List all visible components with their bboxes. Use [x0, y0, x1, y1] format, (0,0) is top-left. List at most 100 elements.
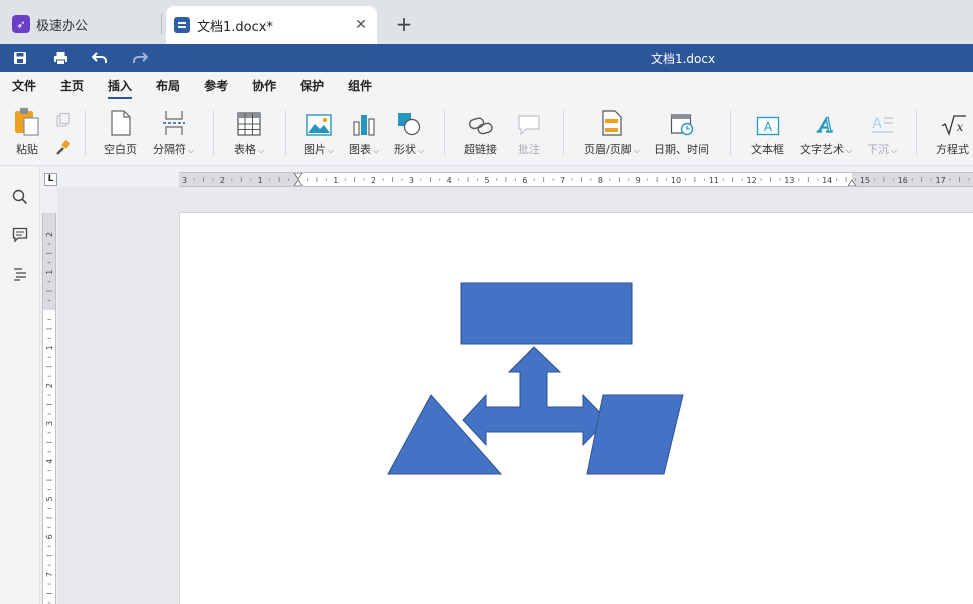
- textbox-button[interactable]: A 文本框: [751, 108, 784, 160]
- menu-protect[interactable]: 保护: [300, 72, 324, 100]
- hyperlink-button[interactable]: 超链接: [464, 108, 497, 160]
- chevron-down-icon: ⌵: [258, 146, 265, 155]
- dropcap-icon: A: [870, 108, 894, 136]
- ruler-number: 16: [898, 176, 908, 185]
- blank-page-button[interactable]: 空白页: [104, 108, 137, 160]
- date-time-button[interactable]: 日期、时间: [654, 108, 709, 160]
- vertical-ruler-ticks: 2 1 1 2 3 4 5 6 7: [45, 232, 54, 604]
- document-tab-label: 文档1.docx*: [197, 19, 273, 35]
- shape-button[interactable]: 形状 ⌵: [394, 108, 424, 160]
- ruler-number: 1: [45, 270, 54, 275]
- close-tab-icon[interactable]: ✕: [351, 17, 371, 33]
- image-icon: [306, 108, 332, 136]
- ruler-number: 7: [45, 572, 54, 577]
- ribbon-divider: [213, 110, 214, 156]
- wordart-button[interactable]: A 文字艺术 ⌵: [800, 108, 852, 160]
- indent-marker[interactable]: [293, 173, 303, 186]
- search-icon[interactable]: [10, 187, 30, 207]
- ruler-number: 5: [484, 176, 489, 185]
- copy-icon[interactable]: [55, 112, 71, 131]
- equation-button[interactable]: x 方程式: [936, 108, 969, 160]
- svg-text:A: A: [872, 116, 882, 132]
- ruler-number: 2: [371, 176, 376, 185]
- ribbon-divider: [916, 110, 917, 156]
- equation-icon: x: [940, 108, 966, 136]
- format-painter-icon[interactable]: [55, 140, 71, 159]
- break-label-wrap: 分隔符 ⌵: [153, 141, 194, 157]
- ruler-number: 4: [45, 459, 54, 464]
- blank-page-icon: [110, 108, 132, 136]
- document-title: 文档1.docx: [650, 52, 716, 66]
- ruler-number: 2: [45, 383, 54, 388]
- ruler-number: 1: [258, 176, 263, 185]
- document-icon: [174, 17, 190, 33]
- app-name: 极速办公: [36, 18, 89, 34]
- chevron-down-icon: ⌵: [188, 146, 195, 155]
- hyperlink-label: 超链接: [464, 143, 497, 156]
- shapes-icon: [396, 108, 422, 136]
- menu-references[interactable]: 参考: [204, 72, 228, 100]
- menu-home[interactable]: 主页: [60, 72, 84, 100]
- ruler-number: 2: [45, 232, 54, 237]
- clipboard-icon: [12, 108, 42, 136]
- comment-label: 批注: [518, 143, 540, 156]
- menu-file[interactable]: 文件: [12, 72, 36, 100]
- svg-text:x: x: [956, 120, 963, 134]
- ruler-number: 5: [45, 496, 54, 501]
- chevron-down-icon: ⌵: [328, 146, 335, 155]
- image-label-wrap: 图片 ⌵: [304, 141, 334, 157]
- ruler-number: 8: [598, 176, 603, 185]
- comments-icon[interactable]: [10, 225, 30, 245]
- chevron-down-icon: ⌵: [418, 146, 425, 155]
- ribbon-divider: [444, 110, 445, 156]
- header-footer-label-wrap: 页眉/页脚 ⌵: [584, 141, 640, 157]
- table-button[interactable]: 表格 ⌵: [234, 108, 264, 160]
- document-tab[interactable]: 文档1.docx* ✕: [166, 6, 377, 44]
- browser-tab-bar: ➶ 极速办公 文档1.docx* ✕ +: [0, 0, 973, 44]
- menu-insert[interactable]: 插入: [108, 72, 133, 100]
- link-icon: [468, 108, 494, 136]
- right-indent-marker[interactable]: [847, 179, 857, 186]
- comment-button[interactable]: 批注: [517, 108, 541, 160]
- insert-ribbon: 粘贴 空白页 分隔符 ⌵ 表格 ⌵ 图片 ⌵ 图表 ⌵ 形状 ⌵ 超链接 批注 …: [0, 100, 973, 166]
- dropcap-button[interactable]: A 下沉 ⌵: [867, 108, 897, 160]
- image-button[interactable]: 图片 ⌵: [304, 108, 334, 160]
- ruler-number: 3: [409, 176, 414, 185]
- break-button[interactable]: 分隔符 ⌵: [153, 108, 194, 160]
- wordart-icon: A: [814, 108, 838, 136]
- ruler-number: 17: [936, 176, 946, 185]
- horizontal-ruler[interactable]: 3 2 1 1 2 3 4 5 6 7 8 9 10 11 12 13 14 15 16 17: [179, 172, 973, 187]
- ruler-number: 2: [220, 176, 225, 185]
- navigation-icon[interactable]: [10, 264, 30, 284]
- ruler-number: 11: [709, 176, 719, 185]
- dropcap-label-wrap: 下沉 ⌵: [867, 141, 897, 157]
- parallelogram-shape[interactable]: [586, 394, 684, 475]
- ribbon-divider: [85, 110, 86, 156]
- document-page[interactable]: [179, 212, 973, 604]
- menu-components[interactable]: 组件: [348, 72, 372, 100]
- app-tab[interactable]: ➶ 极速办公: [0, 6, 158, 42]
- blank-page-label: 空白页: [104, 143, 137, 156]
- vertical-ruler[interactable]: 2 1 1 2 3 4 5 6 7: [42, 213, 56, 604]
- chevron-down-icon: ⌵: [373, 146, 380, 155]
- paste-button[interactable]: 粘贴: [12, 108, 42, 160]
- menu-layout[interactable]: 布局: [156, 72, 180, 100]
- tab-stop-selector[interactable]: L: [44, 173, 57, 186]
- title-bar: 文档1.docx: [0, 44, 973, 72]
- menu-collaborate[interactable]: 协作: [252, 72, 276, 100]
- rectangle-shape[interactable]: [460, 282, 633, 345]
- new-tab-button[interactable]: +: [392, 12, 416, 36]
- ribbon-divider: [285, 110, 286, 156]
- page-break-icon: [162, 108, 186, 136]
- chart-button[interactable]: 图表 ⌵: [349, 108, 379, 160]
- ruler-number: 3: [45, 421, 54, 426]
- ruler-number: 13: [784, 176, 794, 185]
- chevron-down-icon: ⌵: [633, 146, 640, 155]
- calendar-icon: [670, 108, 694, 136]
- quad-arrow-shape[interactable]: [462, 346, 608, 447]
- chevron-down-icon: ⌵: [846, 146, 853, 155]
- ribbon-divider: [563, 110, 564, 156]
- equation-label: 方程式: [936, 143, 969, 156]
- textbox-label: 文本框: [751, 143, 784, 156]
- header-footer-button[interactable]: 页眉/页脚 ⌵: [584, 108, 640, 160]
